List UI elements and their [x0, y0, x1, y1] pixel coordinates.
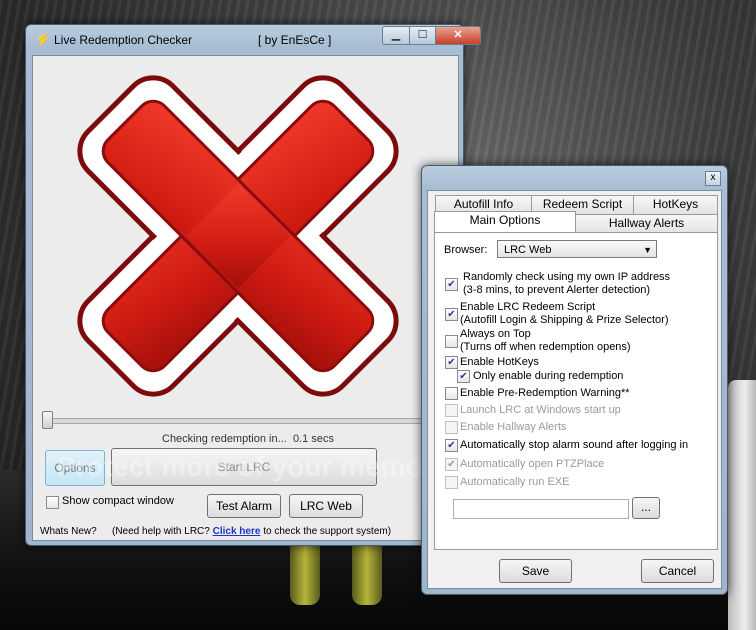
cancel-button[interactable]: Cancel — [641, 559, 714, 583]
option-stop-alarm-label: Automatically stop alarm sound after log… — [460, 439, 689, 451]
option-redeem-script-sublabel: (Autofill Login & Shipping & Prize Selec… — [460, 314, 669, 326]
option-run-exe-checkbox[interactable] — [445, 476, 458, 489]
maximize-icon[interactable]: ☐ — [409, 26, 436, 45]
tab-hallway-alerts[interactable]: Hallway Alerts — [575, 214, 718, 234]
title-bar[interactable]: ⚡ Live Redemption Checker [ by EnEsCe ] … — [26, 25, 481, 51]
option-hotkeys-label: Enable HotKeys — [460, 356, 539, 368]
option-launch-startup-checkbox[interactable] — [445, 404, 458, 417]
watermark-text: Protect more of your memories — [57, 451, 473, 482]
option-always-on-top-checkbox[interactable] — [445, 335, 458, 348]
window-title: Live Redemption Checker — [54, 33, 193, 47]
browser-select[interactable]: LRC Web ▼ — [497, 240, 657, 258]
option-run-exe-label: Automatically run EXE — [460, 476, 570, 488]
lrc-web-button[interactable]: LRC Web — [289, 494, 363, 518]
whats-new-link[interactable]: Whats New? — [40, 526, 97, 537]
minimize-icon[interactable]: ▁ — [382, 26, 410, 45]
option-random-ip-checkbox[interactable]: ✔ — [445, 278, 458, 291]
option-always-on-top-label: Always on Top — [460, 328, 531, 340]
options-client-area: Autofill Info Redeem Script HotKeys Hall… — [427, 190, 722, 589]
option-always-on-top-sublabel: (Turns off when redemption opens) — [460, 341, 631, 353]
main-client-area: Checking redemption in... 0.1 secs Optio… — [32, 55, 472, 541]
option-stop-alarm-checkbox[interactable]: ✔ — [445, 439, 458, 452]
close-icon[interactable]: x — [705, 171, 721, 186]
interval-slider-track[interactable] — [45, 418, 447, 424]
chevron-down-icon: ▼ — [643, 245, 652, 255]
interval-slider-thumb[interactable] — [42, 411, 53, 429]
help-prefix: (Need help with LRC? — [112, 526, 210, 537]
option-pre-warning-checkbox[interactable] — [445, 387, 458, 400]
compact-window-label: Show compact window — [62, 495, 174, 507]
window-title-suffix: [ by EnEsCe ] — [258, 33, 332, 47]
browser-select-value: LRC Web — [504, 244, 552, 256]
option-hotkeys-checkbox[interactable]: ✔ — [445, 356, 458, 369]
exe-path-input[interactable] — [453, 499, 629, 519]
test-alarm-button[interactable]: Test Alarm — [207, 494, 281, 518]
option-redeem-script-label: Enable LRC Redeem Script — [460, 301, 596, 313]
option-open-ptzplace-checkbox[interactable]: ✔ — [445, 458, 458, 471]
save-button[interactable]: Save — [499, 559, 572, 583]
lightning-icon: ⚡ — [34, 31, 52, 47]
main-options-panel: Browser: LRC Web ▼ ✔ Randomly check usin… — [434, 232, 718, 550]
tab-hotkeys[interactable]: HotKeys — [633, 195, 718, 215]
option-redeem-script-checkbox[interactable]: ✔ — [445, 308, 458, 321]
help-link[interactable]: Click here — [213, 526, 261, 537]
option-hotkeys-redemption-label: Only enable during redemption — [473, 370, 624, 382]
option-random-ip-sublabel: (3-8 mins, to prevent Alerter detection) — [463, 284, 651, 296]
help-suffix: to check the support system) — [263, 526, 392, 537]
tab-main-options[interactable]: Main Options — [434, 211, 576, 232]
option-open-ptzplace-label: Automatically open PTZPlace — [460, 458, 605, 470]
close-icon[interactable]: ✕ — [435, 26, 481, 45]
browser-label: Browser: — [444, 244, 488, 256]
red-x-status-icon — [77, 75, 399, 397]
compact-window-checkbox[interactable] — [46, 496, 59, 509]
background-lamp — [728, 380, 756, 630]
status-text: Checking redemption in... — [162, 433, 287, 445]
option-hallway-alerts-label: Enable Hallway Alerts — [460, 421, 567, 433]
browse-button[interactable]: ... — [632, 497, 660, 519]
option-hallway-alerts-checkbox[interactable] — [445, 421, 458, 434]
option-hotkeys-redemption-checkbox[interactable]: ✔ — [457, 370, 470, 383]
status-time: 0.1 secs — [293, 433, 334, 445]
main-window: ⚡ Live Redemption Checker [ by EnEsCe ] … — [25, 24, 481, 546]
options-window: x Autofill Info Redeem Script HotKeys Ha… — [421, 165, 728, 595]
help-text: (Need help with LRC? Click here to check… — [112, 526, 391, 537]
option-random-ip-label: Randomly check using my own IP address — [463, 271, 671, 283]
option-launch-startup-label: Launch LRC at Windows start up — [460, 404, 621, 416]
option-pre-warning-label: Enable Pre-Redemption Warning** — [460, 387, 630, 399]
